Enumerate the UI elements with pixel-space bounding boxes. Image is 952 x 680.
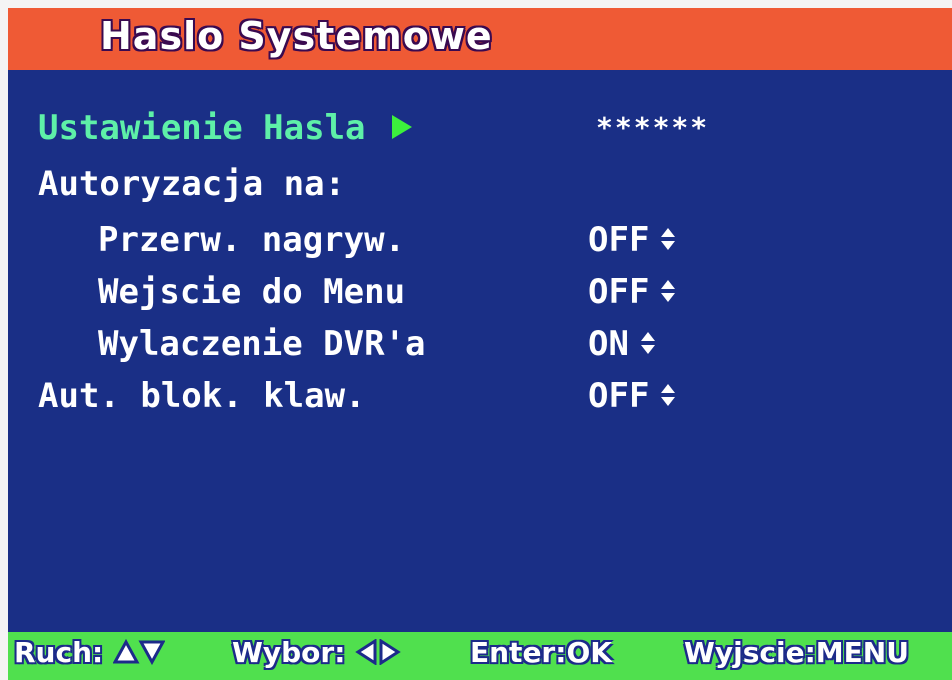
page-title: Haslo Systemowe	[100, 14, 493, 58]
menu-entry-value: OFF	[588, 272, 650, 312]
password-value: ******	[596, 111, 710, 144]
password-label-wrap: Ustawienie Hasla	[38, 106, 412, 150]
up-down-triangles-icon	[112, 638, 166, 666]
up-down-icon	[661, 279, 676, 302]
dvr-screen: Haslo Systemowe Ustawienie Hasla ****** …	[8, 8, 952, 680]
right-arrow-icon	[391, 114, 412, 139]
hint-enter: Enter:OK	[470, 636, 612, 669]
hint-select-label: Wybor:	[232, 636, 346, 669]
recording-stop-value-wrap[interactable]: OFF	[588, 218, 676, 262]
menu-entry-label: Wejscie do Menu	[98, 272, 406, 312]
hint-select: Wybor:	[232, 636, 401, 669]
up-down-icon	[661, 383, 676, 406]
up-down-icon	[661, 227, 676, 250]
keylock-value: OFF	[588, 376, 650, 416]
recording-stop-label: Przerw. nagryw.	[98, 220, 406, 260]
hint-exit: Wyjscie:MENU	[684, 636, 909, 669]
dvr-shutdown-label: Wylaczenie DVR'a	[98, 324, 426, 364]
hint-move-label: Ruch:	[14, 636, 104, 669]
recording-stop-value: OFF	[588, 220, 650, 260]
keylock-label: Aut. blok. klaw.	[38, 376, 366, 416]
left-right-triangles-icon	[355, 638, 401, 666]
dvr-shutdown-value: ON	[588, 324, 629, 364]
dvr-shutdown-value-wrap[interactable]: ON	[588, 322, 655, 366]
hint-move: Ruch:	[14, 636, 166, 669]
up-down-icon	[640, 331, 655, 354]
help-bar: Ruch: Wybor: Enter:OK Wyjscie:MENU	[8, 632, 952, 680]
menu-entry-value-wrap[interactable]: OFF	[588, 270, 676, 314]
password-label: Ustawienie Hasla	[38, 108, 366, 148]
auth-header-label: Autoryzacja na:	[38, 164, 346, 204]
title-bar: Haslo Systemowe	[8, 8, 952, 70]
keylock-value-wrap[interactable]: OFF	[588, 374, 676, 418]
